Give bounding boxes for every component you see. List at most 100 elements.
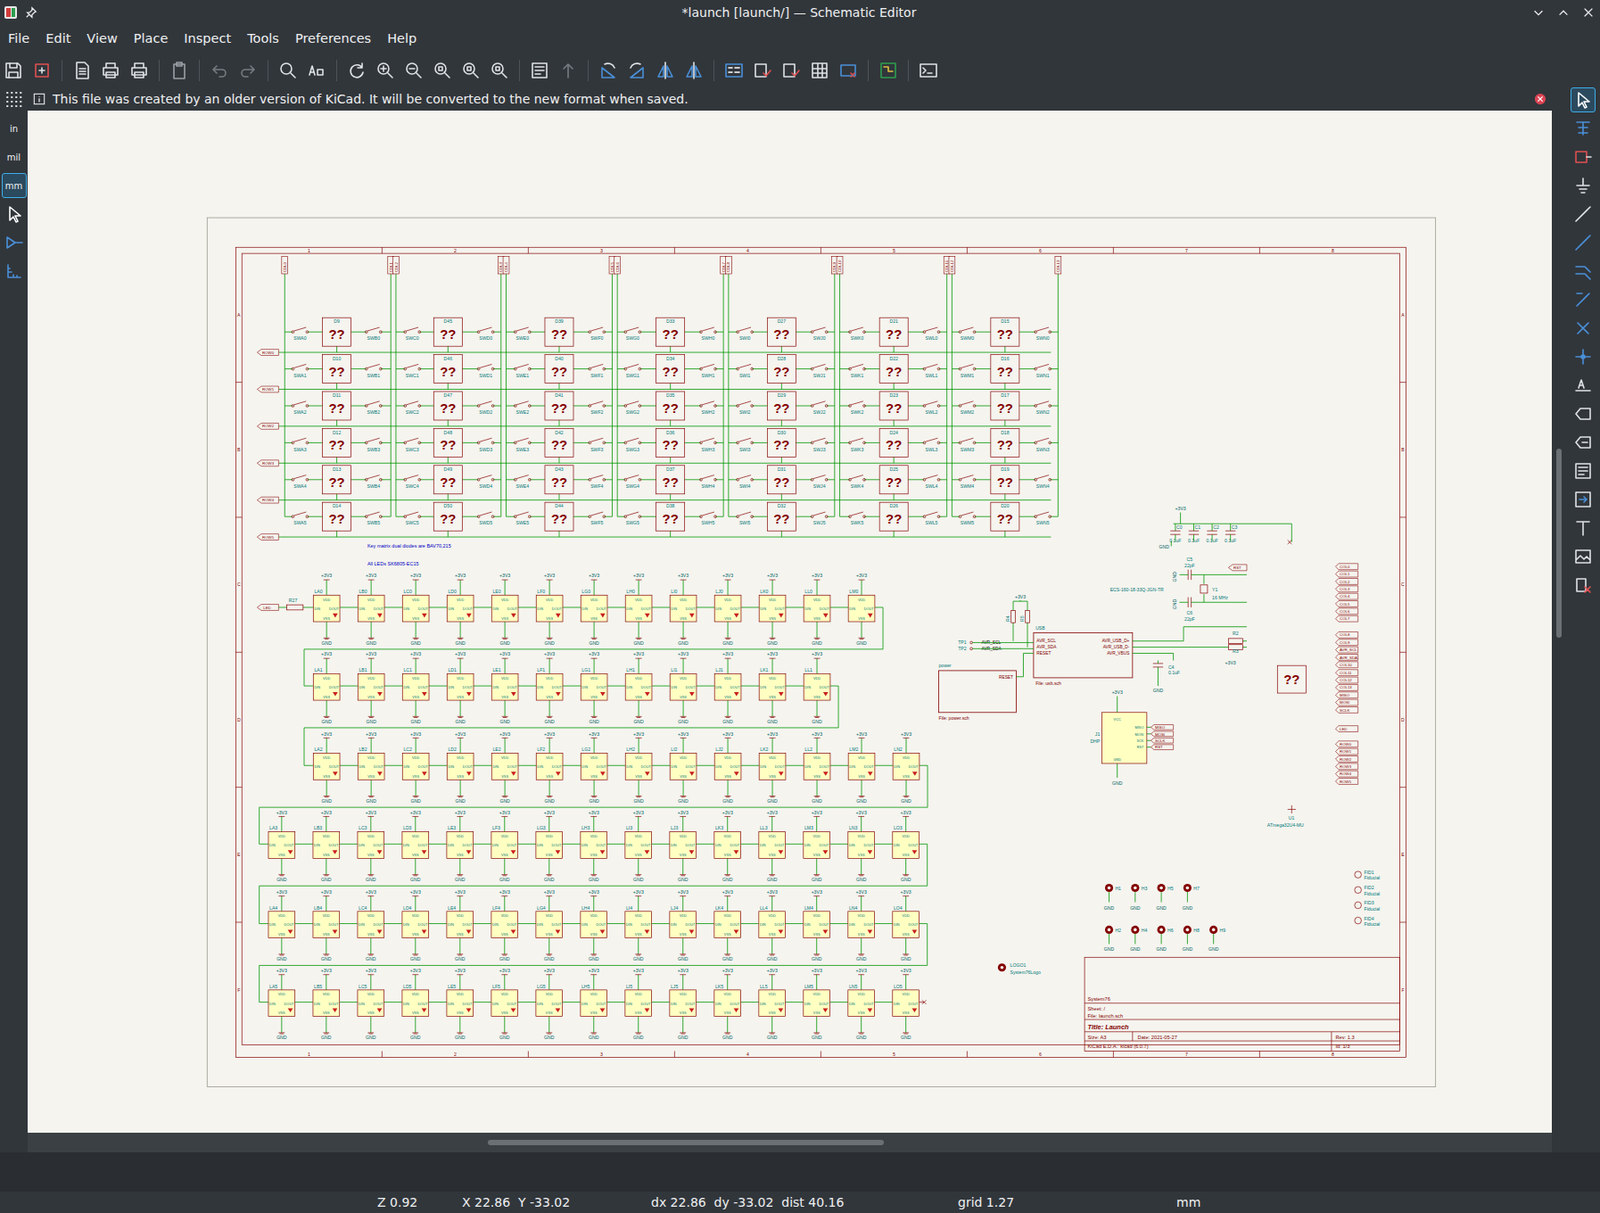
global-label[interactable]: COL13: [1335, 684, 1358, 691]
matrix-diode[interactable]: D38??: [656, 502, 685, 537]
horizontal-scrollbar[interactable]: [27, 1132, 1552, 1153]
logo[interactable]: LOGO1System76Logo: [997, 962, 1041, 975]
key-switch[interactable]: SWB4: [351, 475, 392, 489]
mounting-hole[interactable]: H8GND: [1182, 925, 1200, 953]
rgb-led[interactable]: +3V3GNDLI4VDDDINDOUTVSS: [625, 889, 652, 962]
key-switch[interactable]: SWG5: [617, 511, 656, 526]
rgb-led[interactable]: +3V3GNDLB1VDDDINDOUTVSS: [357, 651, 385, 724]
key-switch[interactable]: SWD4: [461, 475, 501, 489]
matrix-diode[interactable]: D17??: [990, 391, 1020, 427]
pin-button[interactable]: [1, 230, 27, 256]
matrix-diode[interactable]: D11??: [322, 391, 352, 427]
annot-button[interactable]: [721, 57, 747, 83]
key-switch[interactable]: SWH0: [684, 327, 724, 341]
key-switch[interactable]: SWI0: [728, 327, 768, 341]
zoomfit-button[interactable]: [429, 57, 455, 83]
rgb-led[interactable]: +3V3GNDLK3VDDDINDOUTVSS: [714, 809, 742, 883]
global-label[interactable]: ROW0: [1335, 741, 1358, 748]
capacitor-c4[interactable]: C40.1uFGND: [1153, 659, 1180, 693]
key-switch[interactable]: SWA3: [284, 437, 322, 452]
matrix-diode[interactable]: D37??: [656, 465, 685, 501]
global-label[interactable]: COL5: [1335, 601, 1358, 608]
matrix-diode[interactable]: D35??: [656, 391, 685, 427]
global-label[interactable]: COL7: [1335, 615, 1358, 622]
rgb-led[interactable]: +3V3GNDLH4VDDDINDOUTVSS: [580, 889, 608, 962]
matrix-diode[interactable]: D25??: [879, 465, 908, 501]
paste-button[interactable]: [166, 57, 192, 83]
key-switch[interactable]: SWJ5: [795, 511, 834, 526]
rgb-led[interactable]: +3V3GNDLJ2VDDDINDOUTVSS: [714, 731, 742, 804]
scrollbar-thumb[interactable]: [1556, 448, 1562, 638]
matrix-diode[interactable]: D46??: [433, 354, 462, 390]
wire-tool-button[interactable]: [1570, 230, 1596, 256]
vertical-scrollbar[interactable]: [1551, 87, 1567, 1153]
zoomfit-button[interactable]: [486, 57, 512, 83]
rgb-led[interactable]: +3V3GNDLE1VDDDINDOUTVSS: [491, 651, 519, 724]
mounting-hole[interactable]: H1GND: [1104, 883, 1122, 911]
key-switch[interactable]: SWI4: [728, 475, 768, 489]
matrix-diode[interactable]: D32??: [767, 502, 796, 537]
matrix-diode[interactable]: D34??: [656, 354, 685, 390]
rgb-led[interactable]: +3V3GNDLG1VDDDINDOUTVSS: [580, 651, 608, 724]
global-label[interactable]: ROW2: [1335, 756, 1358, 763]
schematic-canvas[interactable]: 1234567812345678ABCDEFABCDEFCOL0COL1COL2…: [27, 110, 1552, 1133]
global-label[interactable]: COL3: [1335, 585, 1358, 593]
menu-item[interactable]: Place: [125, 28, 177, 49]
matrix-diode[interactable]: D14??: [322, 502, 352, 537]
menu-item[interactable]: Inspect: [175, 28, 240, 49]
column-net[interactable]: COL4: [503, 256, 510, 518]
dismiss-icon[interactable]: [1534, 92, 1547, 106]
global-label[interactable]: MOSI: [1335, 699, 1358, 706]
key-switch[interactable]: SWK1: [840, 363, 881, 378]
matrix-diode[interactable]: D29??: [767, 391, 796, 427]
rgb-led[interactable]: +3V3GNDLD1VDDDINDOUTVSS: [446, 651, 474, 724]
zoomout-button[interactable]: [401, 57, 427, 83]
global-label[interactable]: COL11: [1335, 669, 1358, 677]
key-switch[interactable]: SWH2: [684, 401, 724, 415]
rgb-led[interactable]: +3V3GNDLN3VDDDINDOUTVSS: [848, 809, 875, 883]
busentry-tool-button[interactable]: [1570, 287, 1596, 313]
settings-button[interactable]: [29, 57, 55, 83]
rgb-led[interactable]: +3V3GNDLD0VDDDINDOUTVSS: [446, 572, 474, 645]
key-switch[interactable]: SWM3: [951, 437, 990, 452]
erc-button[interactable]: [750, 57, 776, 83]
key-switch[interactable]: SWJ1: [795, 363, 834, 378]
row-net[interactable]: ROW0: [256, 349, 1051, 356]
rgb-led[interactable]: +3V3GNDLI0VDDDINDOUTVSS: [669, 572, 697, 645]
column-net[interactable]: COL5: [609, 256, 616, 518]
matrix-diode[interactable]: D48??: [433, 428, 462, 463]
key-switch[interactable]: SWL4: [907, 475, 947, 489]
led-resistor[interactable]: [287, 604, 304, 611]
key-switch[interactable]: SWN1: [1019, 363, 1058, 378]
matrix-diode[interactable]: D44??: [544, 502, 574, 537]
rgb-led[interactable]: +3V3GNDLA3VDDDINDOUTVSS: [268, 809, 296, 883]
menu-item[interactable]: Preferences: [287, 28, 380, 49]
rgb-led[interactable]: +3V3GNDLE2VDDDINDOUTVSS: [491, 731, 519, 804]
rgb-led[interactable]: +3V3GNDLH1VDDDINDOUTVSS: [625, 651, 652, 724]
key-switch[interactable]: SWE0: [505, 327, 545, 341]
global-label[interactable]: COL4: [1335, 593, 1358, 600]
rgb-led[interactable]: +3V3GNDLA0VDDDINDOUTVSS: [313, 572, 340, 645]
rgb-led[interactable]: +3V3GNDLC4VDDDINDOUTVSS: [357, 889, 385, 962]
ground-tool-button[interactable]: [1570, 173, 1596, 198]
key-switch[interactable]: SWH5: [684, 511, 724, 526]
key-switch[interactable]: SWG1: [617, 363, 656, 378]
junction-tool-button[interactable]: [1570, 344, 1596, 370]
rgb-led[interactable]: +3V3GNDLK4VDDDINDOUTVSS: [714, 889, 742, 962]
import-tool-button[interactable]: [1570, 486, 1596, 512]
matrix-diode[interactable]: D42??: [544, 428, 574, 463]
menu-item[interactable]: View: [78, 28, 125, 49]
key-switch[interactable]: SWJ4: [795, 475, 834, 489]
column-net[interactable]: COL2: [393, 256, 400, 518]
rgb-led[interactable]: +3V3GNDLN5VDDDINDOUTVSS: [848, 967, 875, 1040]
fiducial[interactable]: FID1Fiducial: [1354, 869, 1380, 881]
rgb-led[interactable]: +3V3GNDLE4VDDDINDOUTVSS: [446, 889, 474, 962]
matrix-diode[interactable]: D45??: [433, 317, 462, 353]
key-switch[interactable]: SWA4: [284, 475, 322, 489]
key-switch[interactable]: SWD5: [461, 511, 501, 526]
key-switch[interactable]: SWG3: [617, 437, 656, 452]
key-switch[interactable]: SWJ3: [795, 437, 834, 452]
rgb-led[interactable]: +3V3GNDLC2VDDDINDOUTVSS: [402, 731, 429, 804]
matrix-diode[interactable]: D41??: [544, 391, 574, 427]
rgb-led[interactable]: +3V3GNDLD2VDDDINDOUTVSS: [446, 731, 474, 804]
